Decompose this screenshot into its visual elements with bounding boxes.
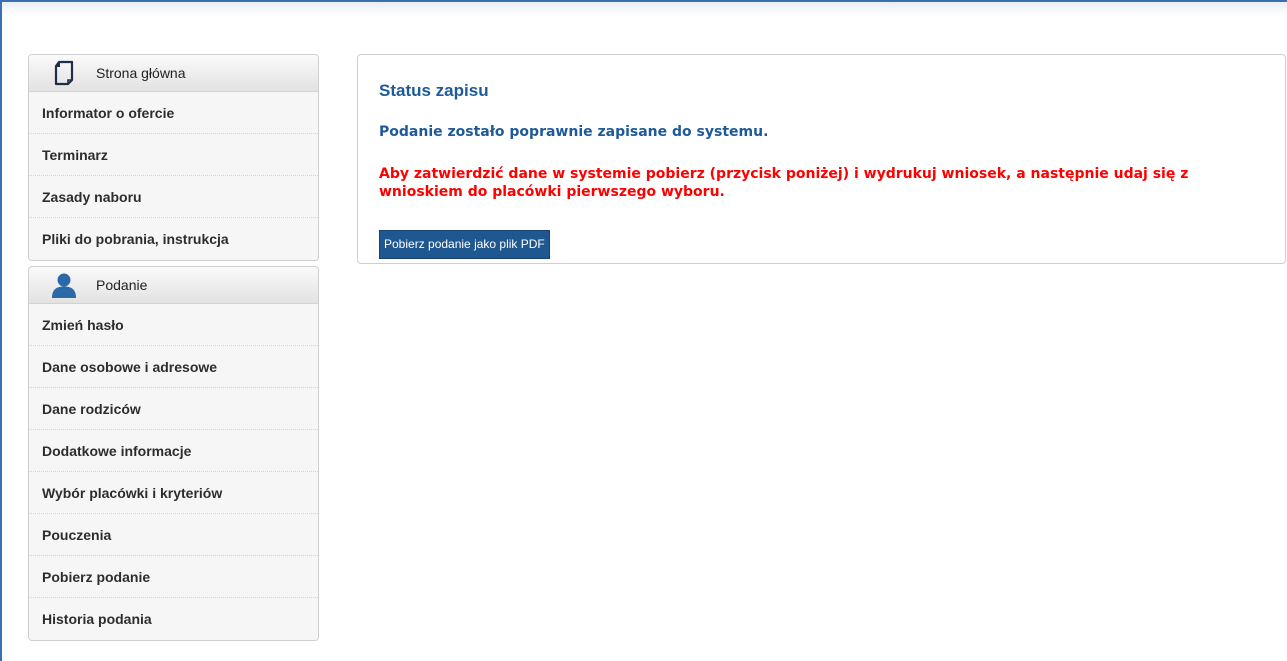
download-pdf-button[interactable]: Pobierz podanie jako plik PDF <box>379 230 550 259</box>
page-title: Status zapisu <box>379 81 489 100</box>
sidebar-header-main-title: Strona główna <box>96 65 186 81</box>
sidebar-item-pouczenia[interactable]: Pouczenia <box>29 514 318 556</box>
sidebar-item-zmien-haslo[interactable]: Zmień hasło <box>29 304 318 346</box>
sidebar-header-main[interactable]: Strona główna <box>29 55 318 92</box>
sidebar-item-dodatkowe-informacje[interactable]: Dodatkowe informacje <box>29 430 318 472</box>
sidebar-header-application[interactable]: Podanie <box>29 267 318 304</box>
sidebar-item-dane-rodzicow[interactable]: Dane rodziców <box>29 388 318 430</box>
sidebar: Strona główna Informator o ofercie Termi… <box>28 54 319 646</box>
sidebar-item-zasady-naboru[interactable]: Zasady naboru <box>29 176 318 218</box>
success-message: Podanie zostało poprawnie zapisane do sy… <box>379 124 769 140</box>
sidebar-item-dane-osobowe[interactable]: Dane osobowe i adresowe <box>29 346 318 388</box>
sidebar-panel-application: Podanie Zmień hasło Dane osobowe i adres… <box>28 266 319 641</box>
sidebar-item-wybor-placowki[interactable]: Wybór placówki i kryteriów <box>29 472 318 514</box>
sidebar-item-historia-podania[interactable]: Historia podania <box>29 598 318 640</box>
warning-message: Aby zatwierdzić dane w systemie pobierz … <box>379 166 1189 200</box>
sidebar-item-informator[interactable]: Informator o ofercie <box>29 92 318 134</box>
sidebar-item-terminarz[interactable]: Terminarz <box>29 134 318 176</box>
status-panel: Status zapisu Podanie zostało poprawnie … <box>357 54 1286 264</box>
page-frame: Strona główna Informator o ofercie Termi… <box>0 0 1287 661</box>
sidebar-item-pliki-do-pobrania[interactable]: Pliki do pobrania, instrukcja <box>29 218 318 260</box>
sidebar-item-pobierz-podanie[interactable]: Pobierz podanie <box>29 556 318 598</box>
sidebar-header-application-title: Podanie <box>96 277 148 293</box>
top-strip <box>2 2 1287 16</box>
sidebar-panel-main: Strona główna Informator o ofercie Termi… <box>28 54 319 261</box>
document-icon <box>49 58 79 88</box>
user-icon <box>49 270 79 300</box>
